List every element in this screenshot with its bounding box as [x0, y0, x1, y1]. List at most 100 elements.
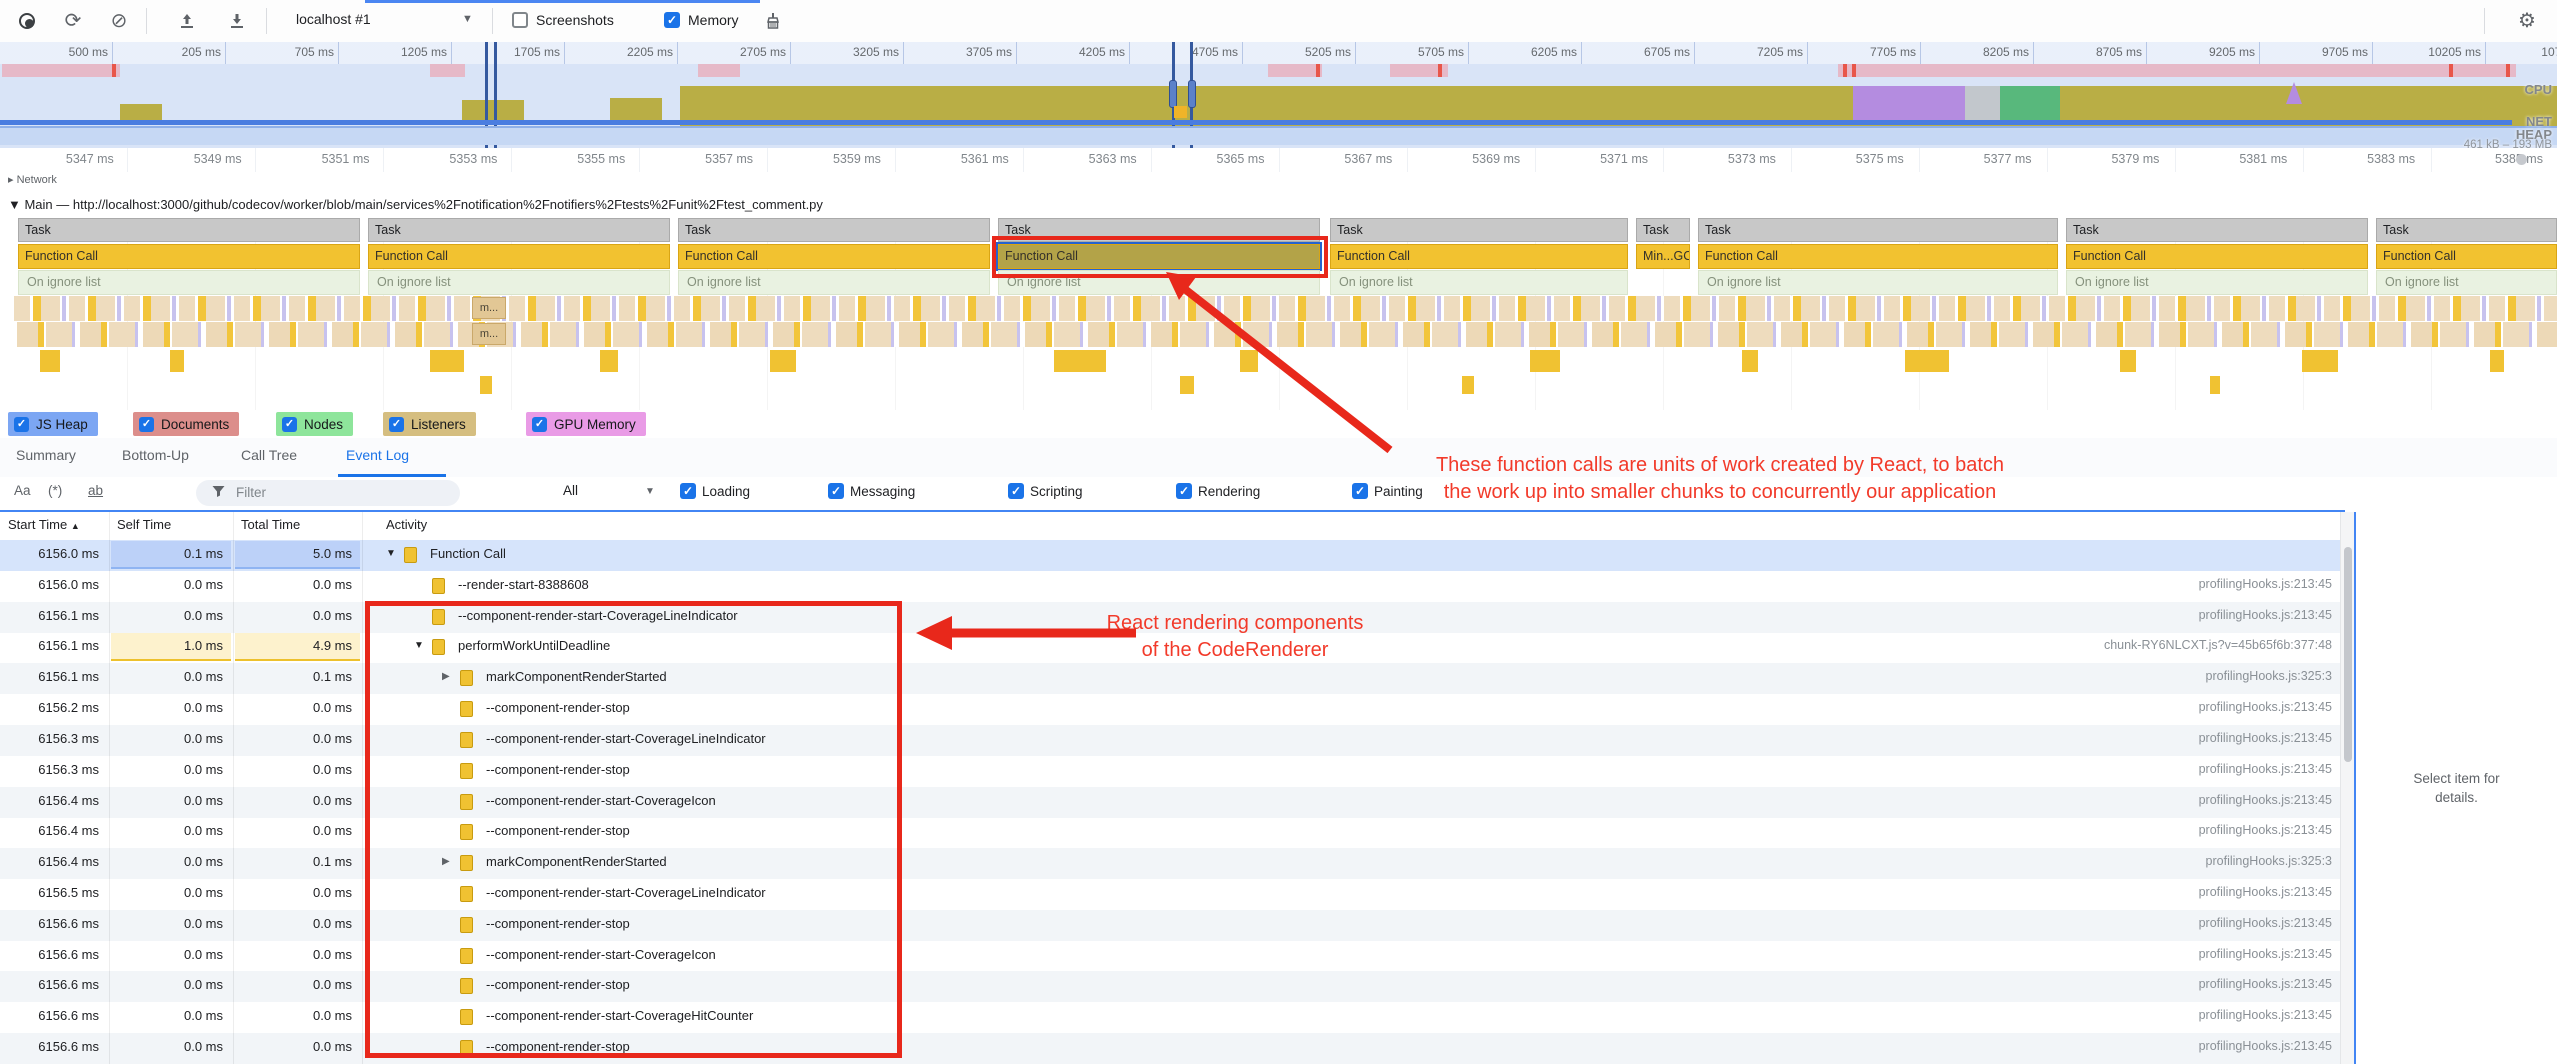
source-location-link[interactable]: profilingHooks.js:213:45	[2199, 947, 2332, 961]
load-profile-button[interactable]	[172, 6, 202, 36]
collapsed-call-bar[interactable]: m...	[472, 323, 506, 345]
scrollbar-thumb[interactable]	[2344, 547, 2352, 762]
table-row[interactable]: 6156.4 ms0.0 ms0.0 ms--component-render-…	[0, 787, 2345, 818]
tab-bottom-up[interactable]: Bottom-Up	[122, 447, 189, 463]
tab-call-tree[interactable]: Call Tree	[241, 447, 297, 463]
category-label[interactable]: Rendering	[1198, 484, 1260, 499]
match-case-button[interactable]: Aa	[14, 483, 31, 498]
task-bar[interactable]: Task	[1636, 218, 1690, 242]
legend-chip-js-heap[interactable]: ✓JS Heap	[8, 412, 98, 436]
tree-expand-arrow[interactable]: ▼	[386, 548, 396, 559]
tree-collapse-arrow[interactable]: ▶	[442, 671, 450, 682]
function-call-bar[interactable]: Function Call	[2376, 244, 2557, 269]
source-location-link[interactable]: profilingHooks.js:213:45	[2199, 700, 2332, 714]
chevron-down-icon[interactable]: ▼	[462, 13, 473, 25]
memory-label[interactable]: Memory	[688, 12, 739, 28]
legend-checkbox[interactable]: ✓	[282, 417, 297, 432]
table-row[interactable]: 6156.0 ms0.1 ms5.0 ms▼Function Call	[0, 540, 2345, 571]
source-location-link[interactable]: profilingHooks.js:213:45	[2199, 885, 2332, 899]
source-location-link[interactable]: profilingHooks.js:213:45	[2199, 793, 2332, 807]
on-ignore-list-bar[interactable]: On ignore list	[678, 270, 990, 295]
task-bar[interactable]: Task	[678, 218, 990, 242]
category-label[interactable]: Scripting	[1030, 484, 1083, 499]
source-location-link[interactable]: profilingHooks.js:325:3	[2206, 854, 2332, 868]
table-row[interactable]: 6156.5 ms0.0 ms0.0 ms--component-render-…	[0, 879, 2345, 910]
source-location-link[interactable]: profilingHooks.js:213:45	[2199, 608, 2332, 622]
clear-recording-button[interactable]: ⊘	[104, 6, 134, 36]
table-row[interactable]: 6156.3 ms0.0 ms0.0 ms--component-render-…	[0, 756, 2345, 787]
category-label[interactable]: Messaging	[850, 484, 915, 499]
network-track-label[interactable]: ▸ Network	[8, 173, 57, 186]
on-ignore-list-bar[interactable]: On ignore list	[2376, 270, 2557, 295]
function-call-bar[interactable]: Function Call	[678, 244, 990, 269]
col-activity[interactable]: Activity	[386, 517, 427, 532]
window-left-handle[interactable]	[1169, 80, 1177, 108]
task-bar[interactable]: Task	[998, 218, 1320, 242]
flame-subcalls-row2[interactable]	[14, 322, 2557, 347]
function-call-bar[interactable]: Function Call	[2066, 244, 2368, 269]
source-location-link[interactable]: chunk-RY6NLCXT.js?v=45b65f6b:377:48	[2104, 638, 2332, 652]
category-checkbox-messaging[interactable]: ✓	[828, 483, 844, 499]
table-row[interactable]: 6156.2 ms0.0 ms0.0 ms--component-render-…	[0, 694, 2345, 725]
table-row[interactable]: 6156.0 ms0.0 ms0.0 ms--render-start-8388…	[0, 571, 2345, 602]
source-location-link[interactable]: profilingHooks.js:213:45	[2199, 823, 2332, 837]
tab-event-log[interactable]: Event Log	[346, 447, 409, 463]
legend-checkbox[interactable]: ✓	[389, 417, 404, 432]
on-ignore-list-bar[interactable]: On ignore list	[1698, 270, 2058, 295]
task-bar[interactable]: Task	[18, 218, 360, 242]
on-ignore-list-bar[interactable]: On ignore list	[2066, 270, 2368, 295]
task-bar[interactable]: Task	[2066, 218, 2368, 242]
main-track-label[interactable]: ▼ Main — http://localhost:3000/github/co…	[8, 197, 823, 212]
function-call-bar[interactable]: Function Call	[368, 244, 670, 269]
source-location-link[interactable]: profilingHooks.js:213:45	[2199, 916, 2332, 930]
network-track[interactable]: ▸ Network	[0, 172, 2557, 195]
category-checkbox-rendering[interactable]: ✓	[1176, 483, 1192, 499]
flame-chart[interactable]: TaskFunction CallOn ignore listTaskFunct…	[0, 218, 2557, 410]
flame-subcalls-row1[interactable]	[14, 296, 2557, 321]
legend-checkbox[interactable]: ✓	[14, 417, 29, 432]
whole-word-button[interactable]: ab	[88, 483, 103, 498]
function-call-bar[interactable]: Min...GC	[1636, 244, 1690, 269]
vertical-scrollbar[interactable]	[2340, 512, 2354, 1064]
on-ignore-list-bar[interactable]: On ignore list	[1330, 270, 1628, 295]
on-ignore-list-bar[interactable]: On ignore list	[998, 270, 1320, 295]
screenshots-checkbox[interactable]	[512, 12, 528, 28]
table-row[interactable]: 6156.6 ms0.0 ms0.0 ms--component-render-…	[0, 1002, 2345, 1033]
settings-gear-button[interactable]: ⚙	[2512, 6, 2542, 36]
table-row[interactable]: 6156.1 ms0.0 ms0.0 ms--component-render-…	[0, 602, 2345, 633]
task-bar[interactable]: Task	[1698, 218, 2058, 242]
save-profile-button[interactable]	[222, 6, 252, 36]
table-row[interactable]: 6156.6 ms0.0 ms0.0 ms--component-render-…	[0, 941, 2345, 972]
window-right-handle[interactable]	[1188, 80, 1196, 108]
legend-chip-listeners[interactable]: ✓Listeners	[383, 412, 476, 436]
source-location-link[interactable]: profilingHooks.js:325:3	[2206, 669, 2332, 683]
tree-expand-arrow[interactable]: ▼	[414, 640, 424, 651]
table-row[interactable]: 6156.4 ms0.0 ms0.1 ms▶markComponentRende…	[0, 848, 2345, 879]
table-row[interactable]: 6156.1 ms0.0 ms0.1 ms▶markComponentRende…	[0, 663, 2345, 694]
tree-collapse-arrow[interactable]: ▶	[442, 856, 450, 867]
function-call-bar[interactable]: Function Call	[1330, 244, 1628, 269]
table-row[interactable]: 6156.4 ms0.0 ms0.0 ms--component-render-…	[0, 817, 2345, 848]
category-checkbox-scripting[interactable]: ✓	[1008, 483, 1024, 499]
on-ignore-list-bar[interactable]: On ignore list	[368, 270, 670, 295]
tab-summary[interactable]: Summary	[16, 447, 76, 463]
legend-checkbox[interactable]: ✓	[532, 417, 547, 432]
legend-chip-gpu-memory[interactable]: ✓GPU Memory	[526, 412, 646, 436]
legend-chip-nodes[interactable]: ✓Nodes	[276, 412, 353, 436]
record-button[interactable]	[12, 6, 42, 36]
legend-checkbox[interactable]: ✓	[139, 417, 154, 432]
reload-and-record-button[interactable]: ⟳	[58, 6, 88, 36]
source-location-link[interactable]: profilingHooks.js:213:45	[2199, 977, 2332, 991]
category-checkbox-painting[interactable]: ✓	[1352, 483, 1368, 499]
collect-garbage-button[interactable]	[758, 6, 788, 36]
category-label[interactable]: Loading	[702, 484, 750, 499]
category-checkbox-loading[interactable]: ✓	[680, 483, 696, 499]
col-start-time[interactable]: Start Time ▲	[8, 517, 80, 532]
function-call-bar[interactable]: Function Call	[18, 244, 360, 269]
collapsed-call-bar[interactable]: m...	[472, 297, 506, 319]
timeline-overview-minimap[interactable]: 500 ms205 ms705 ms1205 ms1705 ms2205 ms2…	[0, 42, 2557, 148]
task-bar[interactable]: Task	[1330, 218, 1628, 242]
source-location-link[interactable]: profilingHooks.js:213:45	[2199, 577, 2332, 591]
task-bar[interactable]: Task	[2376, 218, 2557, 242]
table-row[interactable]: 6156.6 ms0.0 ms0.0 ms--component-render-…	[0, 1033, 2345, 1064]
